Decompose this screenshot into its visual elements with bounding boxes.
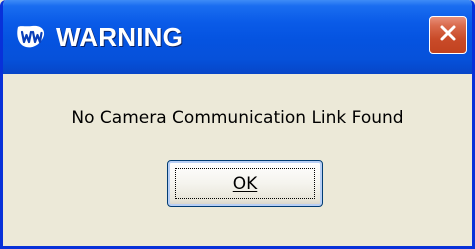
app-logo-icon bbox=[14, 21, 46, 53]
window-title: WARNING bbox=[56, 22, 184, 52]
ok-button-label: OK bbox=[232, 173, 258, 194]
title-bar[interactable]: WARNING bbox=[3, 0, 472, 74]
close-button[interactable] bbox=[429, 16, 467, 54]
warning-message: No Camera Communication Link Found bbox=[71, 108, 404, 128]
close-icon bbox=[437, 22, 459, 49]
warning-dialog: WARNING No Camera Communication Link Fou… bbox=[0, 0, 475, 249]
ok-button[interactable]: OK bbox=[167, 160, 323, 207]
